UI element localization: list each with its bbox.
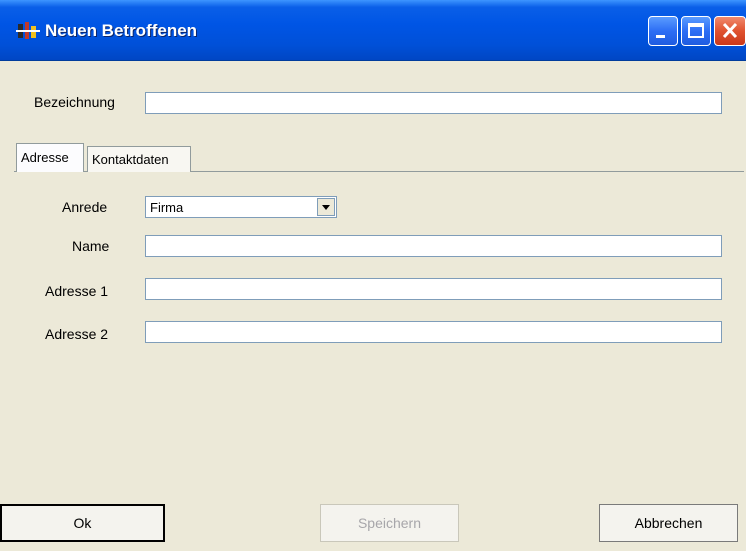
cancel-button[interactable]: Abbrechen — [599, 504, 738, 542]
chevron-down-icon — [322, 205, 330, 210]
app-icon — [16, 22, 40, 39]
adresse1-input[interactable] — [145, 278, 722, 300]
minimize-icon — [656, 35, 665, 38]
dropdown-button[interactable] — [317, 198, 335, 216]
tab-adresse[interactable]: Adresse — [16, 143, 84, 172]
minimize-button[interactable] — [648, 16, 678, 46]
close-icon — [722, 22, 738, 39]
title-bar[interactable]: Neuen Betroffenen — [0, 0, 746, 61]
save-button[interactable]: Speichern — [320, 504, 459, 542]
anrede-label: Anrede — [62, 199, 108, 215]
adresse2-input[interactable] — [145, 321, 722, 343]
dialog-window: Neuen Betroffenen Bezeichnung Adresse Ko… — [0, 0, 746, 551]
ok-button[interactable]: Ok — [0, 504, 165, 542]
tab-kontaktdaten[interactable]: Kontaktdaten — [87, 146, 191, 172]
maximize-button[interactable] — [681, 16, 711, 46]
tab-kontaktdaten-label: Kontaktdaten — [92, 152, 169, 167]
maximize-icon — [688, 23, 704, 38]
anrede-selected-value: Firma — [150, 200, 184, 215]
window-title: Neuen Betroffenen — [45, 21, 198, 40]
adresse1-label: Adresse 1 — [45, 283, 109, 299]
adresse2-label: Adresse 2 — [45, 326, 109, 342]
name-input[interactable] — [145, 235, 722, 257]
bezeichnung-label: Bezeichnung — [34, 94, 115, 110]
name-label: Name — [72, 238, 110, 254]
tab-adresse-label: Adresse — [21, 150, 69, 165]
bezeichnung-input[interactable] — [145, 92, 722, 114]
close-button[interactable] — [714, 16, 746, 46]
anrede-select[interactable]: Firma — [145, 196, 337, 218]
